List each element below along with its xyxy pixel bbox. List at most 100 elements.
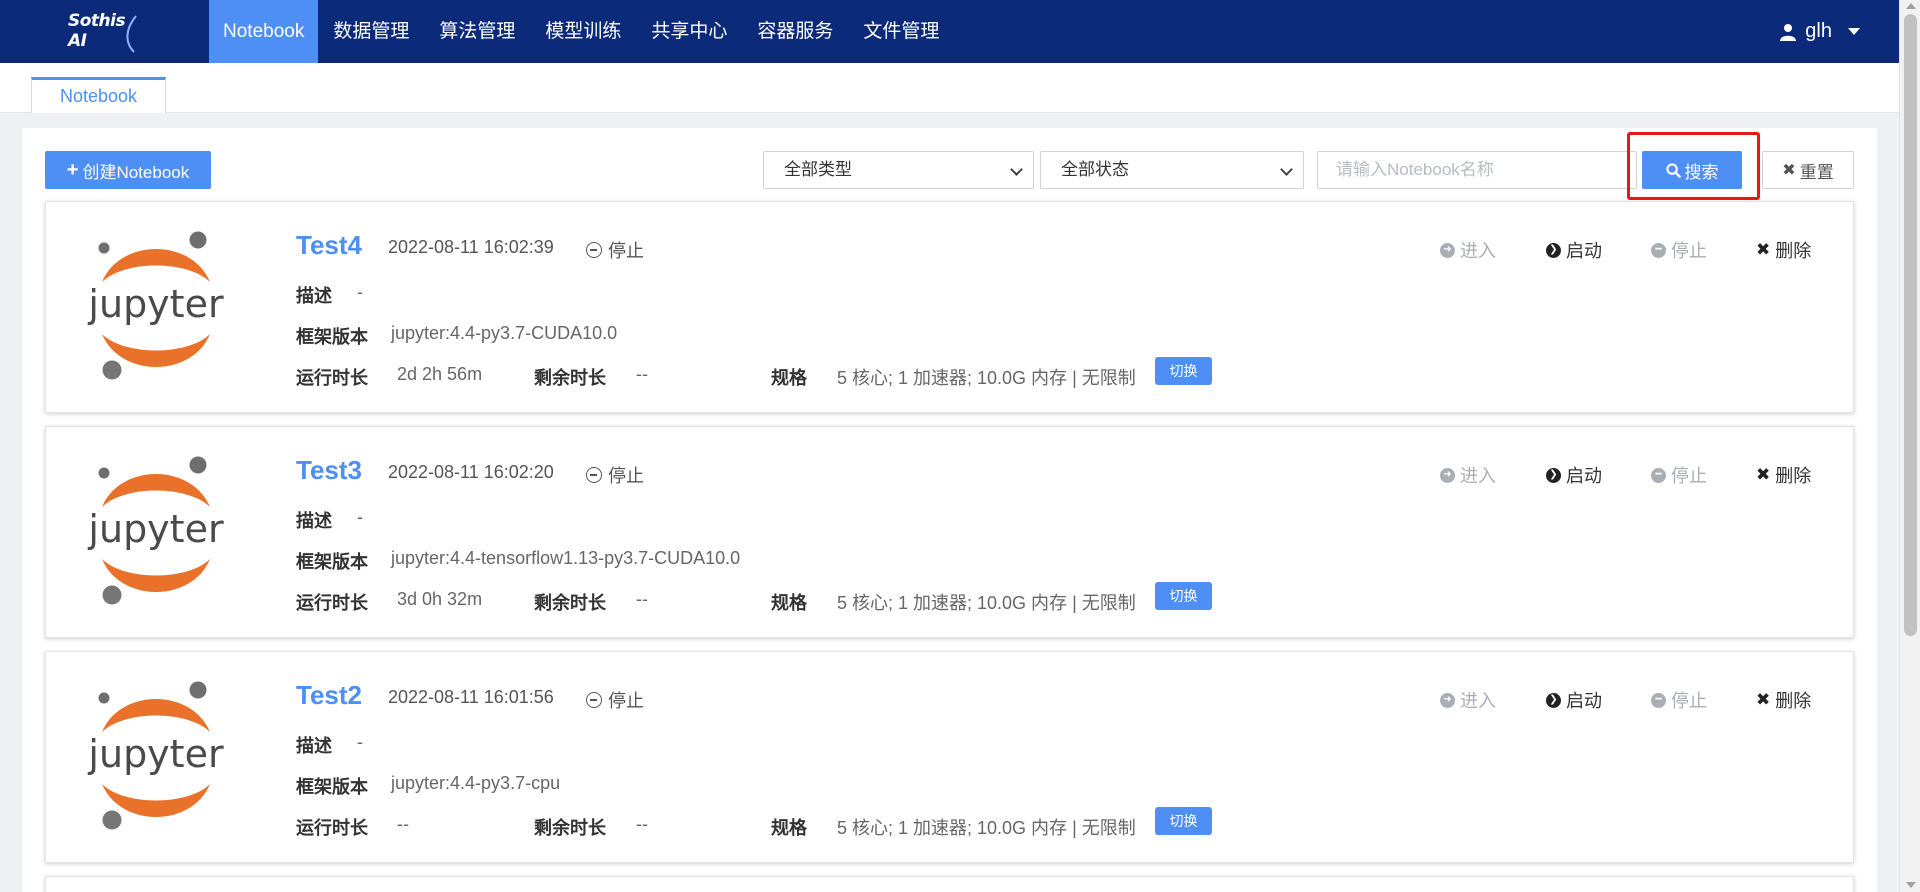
jupyter-logo: jupyter	[84, 449, 228, 613]
remaining-value: --	[636, 589, 648, 609]
chevron-down-icon	[1010, 163, 1023, 176]
user-icon	[1780, 23, 1797, 41]
nav-item-training[interactable]: 模型训练	[530, 0, 636, 63]
close-icon: ✖	[1756, 690, 1771, 709]
notebook-name[interactable]: Test2	[296, 680, 362, 711]
stop-status-icon	[586, 242, 602, 258]
type-select[interactable]: 全部类型	[763, 151, 1034, 189]
desc-value: -	[357, 282, 363, 302]
search-button-label: 搜索	[1684, 162, 1719, 182]
scroll-down-icon[interactable]	[1906, 882, 1916, 888]
status-select[interactable]: 全部状态	[1040, 151, 1304, 189]
notebook-status: 停止	[586, 687, 644, 713]
notebook-search-input[interactable]	[1317, 151, 1637, 189]
enter-label: 进入	[1460, 691, 1496, 711]
stop-label: 停止	[1671, 466, 1707, 486]
play-circle-icon: ❯	[1546, 467, 1561, 483]
nav-item-data[interactable]: 数据管理	[318, 0, 424, 63]
status-text: 停止	[608, 241, 644, 261]
runtime-value: --	[397, 814, 409, 834]
arrow-right-circle-icon: ➜	[1440, 242, 1455, 258]
runtime-label: 运行时长	[296, 368, 368, 388]
play-circle-icon: ❯	[1546, 692, 1561, 708]
delete-button[interactable]: ✖ 删除	[1756, 237, 1811, 263]
chevron-down-icon	[1280, 163, 1293, 176]
notebook-card: jupyter Test4 2022-08-11 16:02:39 停止 描述 …	[45, 201, 1854, 413]
start-button[interactable]: ❯ 启动	[1546, 237, 1602, 263]
stop-status-icon	[586, 692, 602, 708]
jupyter-logo-icon: jupyter	[87, 231, 224, 380]
stop-label: 停止	[1671, 691, 1707, 711]
svg-text:jupyter: jupyter	[87, 732, 224, 776]
remaining-label: 剩余时长	[534, 368, 606, 388]
jupyter-logo: jupyter	[84, 674, 228, 838]
nav-item-notebook[interactable]: Notebook	[209, 0, 319, 63]
close-icon: ✖	[1756, 240, 1771, 259]
create-notebook-button[interactable]: + 创建Notebook	[45, 151, 211, 189]
stop-button[interactable]: ━ 停止	[1651, 237, 1707, 263]
status-text: 停止	[608, 466, 644, 486]
reset-button-label: 重置	[1799, 162, 1834, 182]
switch-spec-button[interactable]: 切换	[1155, 357, 1212, 385]
spec-value: 5 核心; 1 加速器; 10.0G 内存 | 无限制	[837, 593, 1136, 613]
stop-button[interactable]: ━ 停止	[1651, 462, 1707, 488]
notebook-created-time: 2022-08-11 16:02:20	[388, 462, 554, 482]
minus-circle-icon: ━	[1651, 692, 1666, 708]
arrow-right-circle-icon: ➜	[1440, 467, 1455, 483]
enter-button[interactable]: ➜ 进入	[1440, 462, 1496, 488]
start-label: 启动	[1566, 241, 1602, 261]
stop-button[interactable]: ━ 停止	[1651, 687, 1707, 713]
close-icon: ✖	[1756, 465, 1771, 484]
play-circle-icon: ❯	[1546, 242, 1561, 258]
nav-item-share[interactable]: 共享中心	[636, 0, 742, 63]
reset-button[interactable]: ✖ 重置	[1762, 151, 1854, 189]
spec-label: 规格	[771, 593, 807, 613]
enter-button[interactable]: ➜ 进入	[1440, 237, 1496, 263]
scrollbar-thumb[interactable]	[1904, 14, 1917, 636]
delete-label: 删除	[1775, 466, 1812, 486]
desc-label: 描述	[296, 736, 332, 756]
search-icon	[1665, 162, 1681, 178]
delete-label: 删除	[1775, 241, 1812, 261]
spec-label: 规格	[771, 818, 807, 838]
enter-button[interactable]: ➜ 进入	[1440, 687, 1496, 713]
nav-item-container[interactable]: 容器服务	[742, 0, 848, 63]
framework-value: jupyter:4.4-tensorflow1.13-py3.7-CUDA10.…	[391, 548, 741, 568]
start-button[interactable]: ❯ 启动	[1546, 687, 1602, 713]
delete-button[interactable]: ✖ 删除	[1756, 687, 1811, 713]
framework-label: 框架版本	[296, 777, 368, 797]
nav-item-files[interactable]: 文件管理	[848, 0, 954, 63]
search-button[interactable]: 搜索	[1642, 151, 1742, 189]
nav-item-algorithm[interactable]: 算法管理	[424, 0, 530, 63]
jupyter-logo: jupyter	[84, 224, 228, 388]
arrow-right-circle-icon: ➜	[1440, 692, 1455, 708]
runtime-value: 3d 0h 32m	[397, 589, 483, 609]
notebook-name[interactable]: Test4	[296, 230, 362, 261]
tab-notebook[interactable]: Notebook	[31, 77, 166, 113]
switch-spec-button[interactable]: 切换	[1155, 807, 1212, 835]
jupyter-logo-icon: jupyter	[87, 456, 224, 605]
user-menu[interactable]: glh	[1779, 0, 1860, 63]
page-scrollbar[interactable]	[1899, 0, 1920, 892]
main-nav: Notebook 数据管理 算法管理 模型训练 共享中心 容器服务 文件管理	[209, 0, 954, 63]
status-text: 停止	[608, 691, 644, 711]
notebook-status: 停止	[586, 237, 644, 263]
delete-button[interactable]: ✖ 删除	[1756, 462, 1811, 488]
stop-status-icon	[586, 467, 602, 483]
runtime-value: 2d 2h 56m	[397, 364, 483, 384]
start-button[interactable]: ❯ 启动	[1546, 462, 1602, 488]
switch-spec-button[interactable]: 切换	[1155, 582, 1212, 610]
notebook-card: jupyter Test2 2022-08-11 16:01:56 停止 描述 …	[45, 651, 1854, 863]
status-select-value: 全部状态	[1061, 160, 1129, 179]
remaining-label: 剩余时长	[534, 593, 606, 613]
scroll-up-icon[interactable]	[1906, 3, 1916, 9]
desc-label: 描述	[296, 511, 332, 531]
framework-value: jupyter:4.4-py3.7-CUDA10.0	[391, 323, 618, 343]
jupyter-logo-icon: jupyter	[87, 681, 224, 830]
framework-label: 框架版本	[296, 327, 368, 347]
sothis-ai-logo[interactable]: Sothis AI	[68, 11, 148, 53]
desc-value: -	[357, 732, 363, 752]
notebook-name[interactable]: Test3	[296, 455, 362, 486]
top-nav-bar: Sothis AI Notebook 数据管理 算法管理 模型训练 共享中心 容…	[0, 0, 1920, 63]
runtime-label: 运行时长	[296, 818, 368, 838]
